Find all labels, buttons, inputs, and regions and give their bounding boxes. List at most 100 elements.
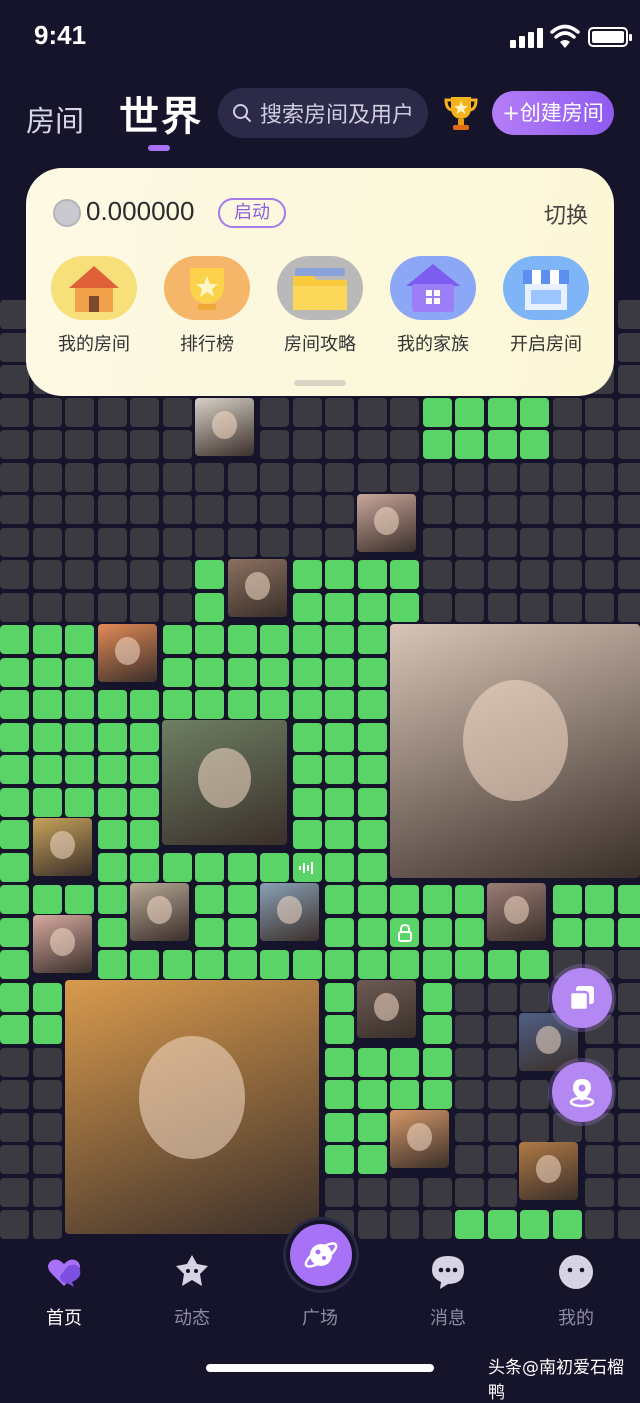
room-avatar-photo[interactable] bbox=[357, 980, 416, 1038]
room-cell-empty[interactable] bbox=[520, 1080, 549, 1109]
room-cell-empty[interactable] bbox=[293, 495, 322, 524]
switch-view-button[interactable] bbox=[552, 968, 612, 1028]
room-cell-empty[interactable] bbox=[618, 430, 640, 459]
room-cell-active[interactable] bbox=[65, 658, 94, 687]
room-cell-active[interactable] bbox=[130, 690, 159, 719]
room-cell-active[interactable] bbox=[325, 1048, 354, 1077]
room-cell-active[interactable] bbox=[553, 918, 582, 947]
room-cell-active[interactable] bbox=[325, 820, 354, 849]
room-cell-active[interactable] bbox=[325, 560, 354, 589]
room-cell-active[interactable] bbox=[390, 885, 419, 914]
room-cell-active[interactable] bbox=[585, 885, 614, 914]
room-cell-active[interactable] bbox=[358, 1080, 387, 1109]
tab-room[interactable]: 房间 bbox=[26, 98, 84, 140]
room-cell-empty[interactable] bbox=[98, 495, 127, 524]
switch-button[interactable]: 切换 bbox=[544, 198, 588, 230]
room-cell-active[interactable] bbox=[0, 1015, 29, 1044]
room-avatar-photo[interactable] bbox=[162, 720, 287, 845]
room-cell-active[interactable] bbox=[293, 625, 322, 654]
plaza-button[interactable] bbox=[286, 1220, 356, 1290]
room-cell-empty[interactable] bbox=[163, 430, 192, 459]
room-cell-empty[interactable] bbox=[423, 463, 452, 492]
room-cell-empty[interactable] bbox=[163, 463, 192, 492]
room-cell-active[interactable] bbox=[423, 918, 452, 947]
room-cell-active[interactable] bbox=[553, 885, 582, 914]
room-cell-active[interactable] bbox=[553, 1210, 582, 1239]
room-cell-empty[interactable] bbox=[0, 528, 29, 557]
room-avatar-photo[interactable] bbox=[33, 818, 92, 876]
room-cell-empty[interactable] bbox=[130, 430, 159, 459]
room-cell-empty[interactable] bbox=[0, 1048, 29, 1077]
room-cell-empty[interactable] bbox=[618, 983, 640, 1012]
room-cell-active[interactable] bbox=[358, 788, 387, 817]
room-cell-active[interactable] bbox=[33, 723, 62, 752]
room-cell-empty[interactable] bbox=[293, 528, 322, 557]
room-cell-empty[interactable] bbox=[130, 495, 159, 524]
room-cell-active[interactable] bbox=[423, 983, 452, 1012]
room-cell-empty[interactable] bbox=[163, 495, 192, 524]
room-cell-active[interactable] bbox=[65, 690, 94, 719]
quick-action-my-room[interactable]: 我的房间 bbox=[44, 256, 144, 356]
room-cell-active[interactable] bbox=[325, 1145, 354, 1174]
room-cell-active[interactable] bbox=[423, 1080, 452, 1109]
room-cell-active[interactable] bbox=[358, 723, 387, 752]
room-cell-active[interactable] bbox=[358, 560, 387, 589]
room-cell-active[interactable] bbox=[390, 1048, 419, 1077]
room-cell-active[interactable] bbox=[195, 853, 224, 882]
room-cell-active[interactable] bbox=[0, 983, 29, 1012]
room-cell-active[interactable] bbox=[163, 658, 192, 687]
room-cell-empty[interactable] bbox=[163, 560, 192, 589]
room-cell-active[interactable] bbox=[0, 658, 29, 687]
room-cell-empty[interactable] bbox=[33, 560, 62, 589]
room-cell-empty[interactable] bbox=[130, 593, 159, 622]
room-cell-empty[interactable] bbox=[228, 495, 257, 524]
room-cell-active[interactable] bbox=[390, 560, 419, 589]
room-cell-active[interactable] bbox=[33, 625, 62, 654]
room-cell-empty[interactable] bbox=[0, 1210, 29, 1239]
room-cell-empty[interactable] bbox=[618, 560, 640, 589]
room-cell-active[interactable] bbox=[358, 1145, 387, 1174]
room-cell-empty[interactable] bbox=[488, 528, 517, 557]
search-input[interactable]: 搜索房间及用户 bbox=[218, 88, 428, 138]
room-cell-active[interactable] bbox=[358, 658, 387, 687]
room-cell-empty[interactable] bbox=[455, 1080, 484, 1109]
room-cell-active[interactable] bbox=[195, 658, 224, 687]
room-cell-empty[interactable] bbox=[520, 560, 549, 589]
room-cell-empty[interactable] bbox=[65, 463, 94, 492]
room-cell-active[interactable] bbox=[488, 1210, 517, 1239]
room-cell-empty[interactable] bbox=[33, 398, 62, 427]
room-cell-empty[interactable] bbox=[98, 463, 127, 492]
room-cell-empty[interactable] bbox=[325, 463, 354, 492]
room-cell-active[interactable] bbox=[98, 853, 127, 882]
room-cell-active[interactable] bbox=[325, 658, 354, 687]
room-cell-active[interactable] bbox=[228, 950, 257, 979]
room-cell-empty[interactable] bbox=[0, 593, 29, 622]
room-cell-empty[interactable] bbox=[585, 463, 614, 492]
room-cell-active[interactable] bbox=[228, 885, 257, 914]
quick-action-room-guide[interactable]: 房间攻略 bbox=[270, 256, 370, 356]
room-cell-active[interactable] bbox=[98, 690, 127, 719]
room-cell-active[interactable] bbox=[520, 1210, 549, 1239]
room-cell-empty[interactable] bbox=[358, 398, 387, 427]
room-cell-empty[interactable] bbox=[260, 528, 289, 557]
room-avatar-photo[interactable] bbox=[195, 398, 254, 456]
room-cell-empty[interactable] bbox=[488, 1113, 517, 1142]
room-cell-empty[interactable] bbox=[455, 1178, 484, 1207]
room-cell-active[interactable] bbox=[520, 950, 549, 979]
room-cell-empty[interactable] bbox=[553, 495, 582, 524]
room-cell-active[interactable] bbox=[260, 658, 289, 687]
room-cell-active[interactable] bbox=[455, 398, 484, 427]
room-cell-active[interactable] bbox=[33, 885, 62, 914]
room-cell-active[interactable] bbox=[293, 690, 322, 719]
room-cell-empty[interactable] bbox=[325, 1178, 354, 1207]
room-cell-empty[interactable] bbox=[325, 495, 354, 524]
tab-plaza[interactable]: 广场 bbox=[275, 1296, 365, 1330]
room-cell-active[interactable] bbox=[293, 950, 322, 979]
room-cell-empty[interactable] bbox=[130, 528, 159, 557]
room-cell-active[interactable] bbox=[423, 430, 452, 459]
room-cell-empty[interactable] bbox=[455, 1145, 484, 1174]
room-cell-empty[interactable] bbox=[520, 593, 549, 622]
room-cell-empty[interactable] bbox=[488, 983, 517, 1012]
room-cell-empty[interactable] bbox=[33, 1145, 62, 1174]
room-cell-active[interactable] bbox=[0, 690, 29, 719]
